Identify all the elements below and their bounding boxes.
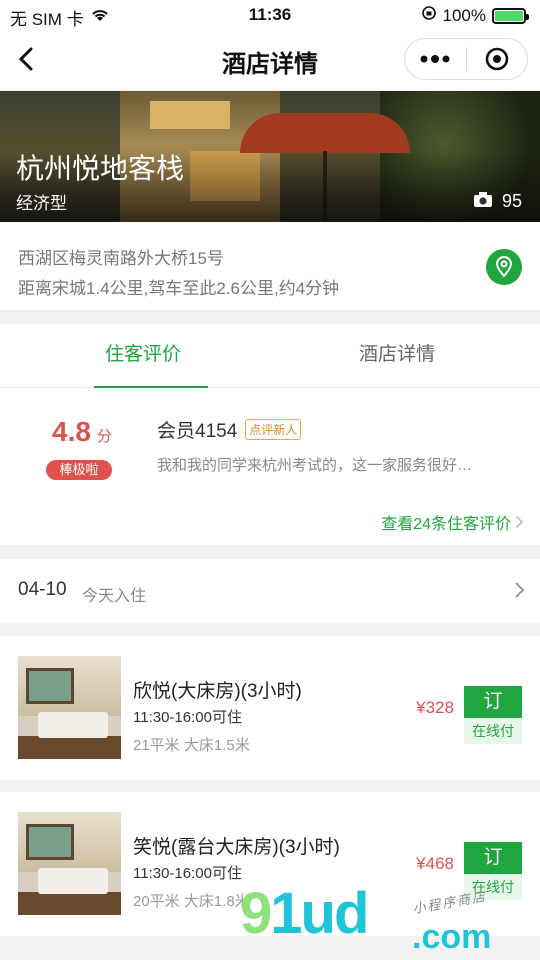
room-price: ¥468 — [416, 854, 454, 873]
watermark: 91ud 小程序商店 .com — [240, 880, 540, 960]
target-close-icon — [485, 47, 509, 71]
book-label: 订 — [464, 842, 522, 874]
all-reviews-label: 查看24条住客评价 — [381, 516, 511, 533]
tab-hotel-details[interactable]: 酒店详情 — [262, 324, 532, 388]
more-button[interactable] — [405, 39, 466, 79]
camera-icon — [473, 191, 492, 212]
review-score: 4.8 分 — [52, 416, 112, 448]
hotel-cover-image[interactable]: 杭州悦地客栈 经济型 95 — [0, 91, 540, 222]
room-name: 笑悦(露台大床房)(3小时) — [133, 837, 340, 858]
mini-program-capsule — [404, 38, 528, 80]
watermark-caption: 小程序商店 — [411, 888, 488, 917]
book-label: 订 — [464, 686, 522, 718]
hotel-address: 西湖区梅灵南路外大桥15号 — [18, 249, 224, 268]
room-photo — [18, 812, 121, 915]
more-dots-icon — [420, 55, 450, 63]
room-name: 欣悦(大床房)(3小时) — [133, 681, 302, 702]
all-reviews-link[interactable]: 查看24条住客评价 — [381, 510, 524, 534]
orientation-lock-icon — [421, 5, 437, 26]
room-time: 11:30-16:00可住 — [133, 709, 242, 726]
tab-reviews[interactable]: 住客评价 — [8, 324, 278, 389]
watermark-domain: .com — [412, 918, 492, 956]
hotel-distance: 距离宋城1.4公里,驾车至此2.6公里,约4分钟 — [18, 279, 340, 298]
review-comment[interactable]: 我和我的同学来杭州考试的，这一家服务很好… — [157, 454, 527, 475]
checkin-date: 04-10 — [18, 579, 67, 600]
checkin-date-row[interactable]: 04-10 今天入住 — [0, 559, 540, 623]
score-unit: 分 — [96, 428, 112, 445]
room-photo — [18, 656, 121, 759]
checkin-note: 今天入住 — [82, 588, 147, 605]
room-price: ¥328 — [416, 698, 454, 717]
pay-label: 在线付 — [472, 723, 514, 739]
battery-percent: 100% — [442, 5, 486, 25]
review-section: 4.8 分 棒极啦 会员4154 点评新人 我和我的同学来杭州考试的，这一家服务很… — [0, 388, 540, 545]
room-info: 21平米 大床1.5米 — [133, 737, 250, 754]
nav-bar: 酒店详情 — [0, 30, 540, 90]
score-value: 4.8 — [52, 416, 91, 447]
map-location-button[interactable] — [486, 249, 522, 285]
location-pin-icon — [495, 256, 513, 278]
chevron-right-icon — [514, 581, 526, 604]
photo-count-value: 95 — [501, 191, 522, 211]
battery-icon — [492, 7, 529, 24]
book-button[interactable]: 订 在线付 — [464, 686, 522, 744]
reviewer-tag: 点评新人 — [245, 419, 302, 440]
room-item[interactable]: 欣悦(大床房)(3小时) 11:30-16:00可住 21平米 大床1.5米 ¥… — [0, 636, 540, 780]
address-section: 西湖区梅灵南路外大桥15号 距离宋城1.4公里,驾车至此2.6公里,约4分钟 — [0, 222, 540, 310]
reviewer-name: 会员4154 — [157, 421, 238, 442]
reviewer: 会员4154 点评新人 — [157, 416, 302, 443]
tab-bar: 住客评价 酒店详情 — [0, 324, 540, 389]
close-button[interactable] — [467, 39, 528, 79]
rating-badge: 棒极啦 — [46, 460, 112, 480]
watermark-logo: 91ud — [240, 881, 369, 946]
status-bar: 无 SIM 卡 11:36 100% — [0, 0, 540, 30]
chevron-right-icon — [515, 515, 524, 529]
room-time: 11:30-16:00可住 — [133, 865, 242, 882]
hotel-type: 经济型 — [16, 194, 67, 213]
status-right: 100% — [421, 5, 529, 26]
hotel-name: 杭州悦地客栈 — [16, 153, 185, 184]
room-info: 20平米 大床1.8米 — [133, 893, 250, 910]
photo-count[interactable]: 95 — [473, 191, 522, 212]
